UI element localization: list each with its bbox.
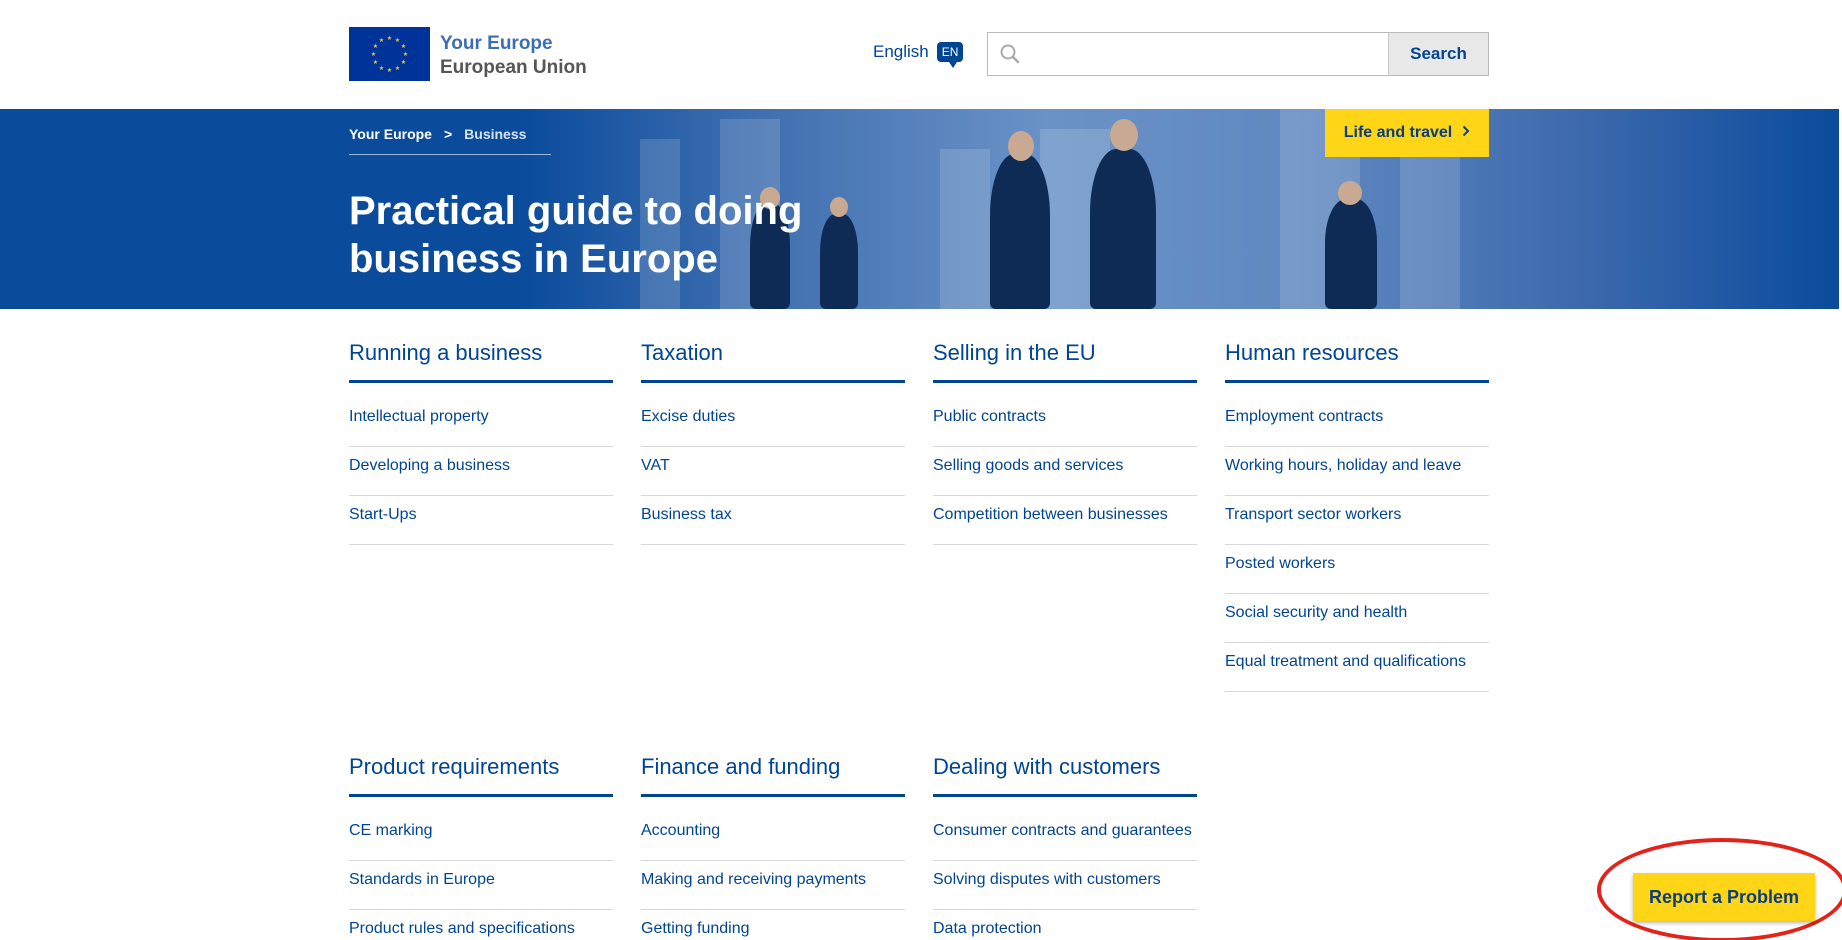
svg-text:★: ★ [401,43,406,50]
section-link[interactable]: Developing a business [349,447,613,496]
section-link[interactable]: VAT [641,447,905,496]
breadcrumb-current: Business [464,126,527,142]
section-link[interactable]: Competition between businesses [933,496,1197,545]
svg-text:★: ★ [373,43,378,50]
svg-text:★: ★ [371,51,376,58]
page-title: Practical guide to doing business in Eur… [349,189,803,281]
section-product-requirements: Product requirements CE marking Standard… [349,754,613,940]
svg-text:★: ★ [395,65,400,72]
breadcrumb-separator: > [443,126,453,142]
section-link[interactable]: Standards in Europe [349,861,613,910]
section-link[interactable]: Consumer contracts and guarantees [933,812,1197,861]
site-logo-text[interactable]: Your Europe European Union [440,32,587,80]
life-and-travel-label: Life and travel [1343,124,1453,141]
section-links: Intellectual property Developing a busin… [349,398,613,545]
section-running-a-business: Running a business Intellectual property… [349,340,613,545]
search-input[interactable] [1032,33,1388,75]
breadcrumb: Your Europe > Business [349,126,551,155]
svg-text:★: ★ [395,37,400,44]
section-link[interactable]: Employment contracts [1225,398,1489,447]
svg-text:★: ★ [373,59,378,66]
section-link[interactable]: Business tax [641,496,905,545]
svg-text:★: ★ [379,37,384,44]
search-icon [988,33,1032,75]
section-link[interactable]: Product rules and specifications [349,910,613,940]
section-finance-and-funding: Finance and funding Accounting Making an… [641,754,905,940]
section-dealing-with-customers: Dealing with customers Consumer contract… [933,754,1197,940]
section-title[interactable]: Product requirements [349,754,613,797]
section-links: Public contracts Selling goods and servi… [933,398,1197,545]
section-link[interactable]: Making and receiving payments [641,861,905,910]
section-human-resources: Human resources Employment contracts Wor… [1225,340,1489,692]
section-title[interactable]: Dealing with customers [933,754,1197,797]
eu-stars-icon: ★ ★ ★ ★ ★ ★ ★ ★ ★ ★ ★ ★ [349,27,430,81]
language-selector[interactable]: English EN [873,42,964,68]
svg-text:★: ★ [401,59,406,66]
svg-text:★: ★ [387,35,392,42]
svg-text:★: ★ [403,51,408,58]
section-link[interactable]: Accounting [641,812,905,861]
logo-title: Your Europe [440,33,553,54]
section-link[interactable]: Transport sector workers [1225,496,1489,545]
section-link[interactable]: Working hours, holiday and leave [1225,447,1489,496]
svg-text:★: ★ [379,65,384,72]
section-link[interactable]: Data protection [933,910,1197,940]
section-link[interactable]: Posted workers [1225,545,1489,594]
svg-text:★: ★ [387,67,392,74]
section-link[interactable]: Social security and health [1225,594,1489,643]
section-link[interactable]: Public contracts [933,398,1197,447]
section-links: CE marking Standards in Europe Product r… [349,812,613,940]
search-button[interactable]: Search [1388,33,1488,75]
section-link[interactable]: Intellectual property [349,398,613,447]
section-link[interactable]: Getting funding [641,910,905,940]
section-links: Accounting Making and receiving payments… [641,812,905,940]
hero-banner: Your Europe > Business Practical guide to … [0,109,1839,309]
section-links: Excise duties VAT Business tax [641,398,905,545]
section-title[interactable]: Human resources [1225,340,1489,383]
breadcrumb-home-link[interactable]: Your Europe [349,126,432,142]
report-problem-button[interactable]: Report a Problem [1633,873,1815,921]
life-and-travel-button[interactable]: Life and travel [1325,109,1489,157]
section-link[interactable]: Excise duties [641,398,905,447]
search-bar: Search [987,32,1489,76]
site-header: ★ ★ ★ ★ ★ ★ ★ ★ ★ ★ ★ ★ Your Europe Euro… [0,0,1842,109]
section-taxation: Taxation Excise duties VAT Business tax [641,340,905,545]
section-links: Employment contracts Working hours, holi… [1225,398,1489,692]
section-title[interactable]: Selling in the EU [933,340,1197,383]
chevron-right-icon [1462,124,1470,142]
section-selling-in-the-eu: Selling in the EU Public contracts Selli… [933,340,1197,545]
section-title[interactable]: Finance and funding [641,754,905,797]
section-title[interactable]: Running a business [349,340,613,383]
language-label: English [873,42,929,61]
language-code-badge: EN [936,42,964,68]
section-link[interactable]: Equal treatment and qualifications [1225,643,1489,692]
section-link[interactable]: Selling goods and services [933,447,1197,496]
eu-flag-logo[interactable]: ★ ★ ★ ★ ★ ★ ★ ★ ★ ★ ★ ★ [349,27,430,81]
section-link[interactable]: CE marking [349,812,613,861]
section-link[interactable]: Start-Ups [349,496,613,545]
section-links: Consumer contracts and guarantees Solvin… [933,812,1197,940]
section-title[interactable]: Taxation [641,340,905,383]
section-link[interactable]: Solving disputes with customers [933,861,1197,910]
logo-subtitle: European Union [440,57,587,78]
